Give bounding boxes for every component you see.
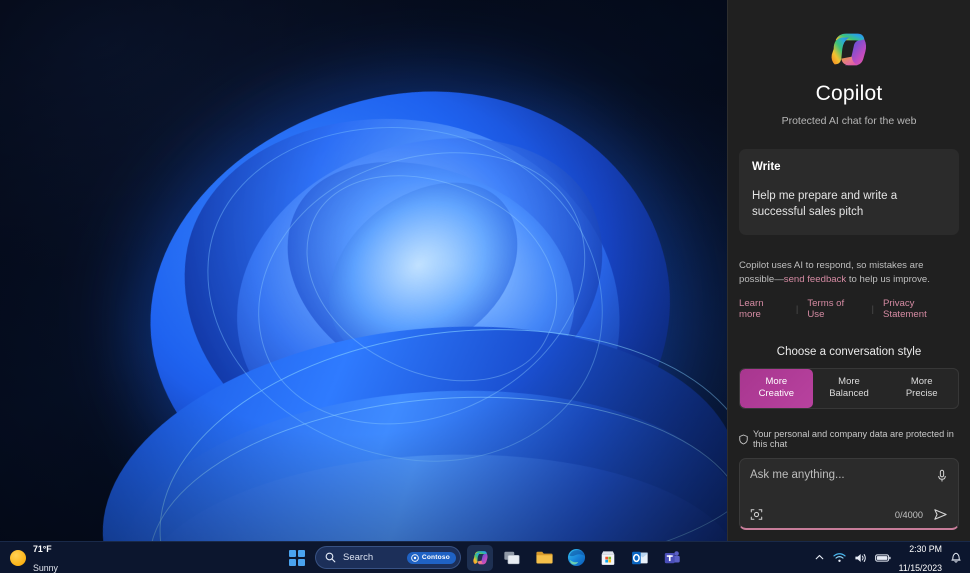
taskbar-app-edge[interactable] xyxy=(563,545,589,571)
task-view-icon xyxy=(504,551,520,564)
weather-widget[interactable]: 71°F Sunny xyxy=(0,539,230,573)
ai-disclaimer: Copilot uses AI to respond, so mistakes … xyxy=(739,259,959,286)
shield-icon xyxy=(739,434,748,445)
start-button[interactable] xyxy=(285,546,309,570)
chat-input[interactable] xyxy=(750,469,936,481)
data-protection-notice: Your personal and company data are prote… xyxy=(728,429,970,449)
wifi-icon[interactable] xyxy=(833,552,846,563)
taskbar-app-store[interactable] xyxy=(595,545,621,571)
desktop-wallpaper[interactable] xyxy=(0,0,727,541)
disclaimer-text-after: to help us improve. xyxy=(846,273,930,285)
clock-date: 11/15/2023 xyxy=(898,562,942,573)
taskbar: 71°F Sunny Search Contoso 2:30 PM 11/15/… xyxy=(0,541,970,573)
taskbar-app-copilot[interactable] xyxy=(467,544,493,571)
screen: Copilot Protected AI chat for the web Wr… xyxy=(0,0,970,573)
contoso-label: Contoso xyxy=(421,554,450,561)
style-option-line2: Creative xyxy=(758,388,795,400)
copilot-sidebar: Copilot Protected AI chat for the web Wr… xyxy=(727,0,970,541)
send-icon[interactable] xyxy=(933,508,948,521)
legal-links: Learn more | Terms of Use | Privacy Stat… xyxy=(739,298,959,320)
divider: | xyxy=(795,303,799,315)
copilot-content: Write Help me prepare and write a succes… xyxy=(728,127,970,409)
copilot-ribbon-icon xyxy=(831,33,867,66)
teams-icon xyxy=(664,550,680,563)
style-option-line2: Balanced xyxy=(829,388,869,400)
suggestion-text: Help me prepare and write a successful s… xyxy=(752,190,898,218)
folder-icon xyxy=(535,551,553,564)
search-placeholder: Search xyxy=(343,552,374,563)
style-option-more-balanced[interactable]: More Balanced xyxy=(813,369,886,408)
search-icon xyxy=(325,552,336,563)
conversation-style-heading: Choose a conversation style xyxy=(776,346,922,359)
style-option-line1: More xyxy=(838,376,860,388)
store-icon xyxy=(601,550,615,565)
taskbar-center: Search Contoso xyxy=(285,544,685,571)
contoso-badge[interactable]: Contoso xyxy=(406,551,456,564)
sun-icon xyxy=(10,549,26,566)
character-counter: 0/4000 xyxy=(894,509,923,520)
weather-condition: Sunny xyxy=(33,562,58,573)
composer-top-row xyxy=(750,469,948,483)
copilot-header: Copilot Protected AI chat for the web xyxy=(728,0,970,127)
style-option-line1: More xyxy=(910,376,933,388)
copilot-icon xyxy=(472,551,488,565)
search-input[interactable]: Search Contoso xyxy=(315,546,461,569)
composer-bottom-row: 0/4000 xyxy=(750,508,948,521)
taskbar-app-file-explorer[interactable] xyxy=(531,545,557,571)
conversation-style-selector: More Creative More Balanced More Precise xyxy=(739,368,959,409)
volume-icon[interactable] xyxy=(854,552,867,564)
terms-of-use-link[interactable]: Terms of Use xyxy=(807,298,862,320)
chevron-up-icon[interactable] xyxy=(814,552,825,563)
taskbar-app-teams[interactable] xyxy=(659,545,685,571)
microphone-icon[interactable] xyxy=(936,469,948,483)
windows-logo-icon xyxy=(289,549,305,566)
page-title: Copilot xyxy=(815,82,883,105)
edge-icon xyxy=(567,548,585,567)
taskbar-app-outlook[interactable] xyxy=(627,545,653,571)
style-option-line1: More xyxy=(765,376,788,388)
suggestion-kind: Write xyxy=(752,161,781,173)
weather-temperature: 71°F xyxy=(33,544,52,555)
clock[interactable]: 2:30 PM 11/15/2023 xyxy=(899,539,942,573)
divider: | xyxy=(871,303,875,315)
visual-search-icon[interactable] xyxy=(750,508,763,521)
bell-icon[interactable] xyxy=(950,551,962,564)
style-option-line2: Precise xyxy=(905,388,938,400)
style-option-more-creative[interactable]: More Creative xyxy=(740,369,813,408)
suggestion-card[interactable]: Write Help me prepare and write a succes… xyxy=(739,149,959,236)
battery-icon[interactable] xyxy=(874,553,891,563)
send-feedback-link[interactable]: send feedback xyxy=(784,274,846,285)
copilot-subtitle: Protected AI chat for the web xyxy=(781,115,917,127)
privacy-statement-link[interactable]: Privacy Statement xyxy=(883,298,959,320)
clock-time: 2:30 PM xyxy=(909,543,942,554)
weather-text: 71°F Sunny xyxy=(33,539,58,573)
system-tray: 2:30 PM 11/15/2023 xyxy=(814,539,962,573)
chat-composer[interactable]: 0/4000 xyxy=(739,458,959,530)
outlook-icon xyxy=(632,551,648,564)
style-option-more-precise[interactable]: More Precise xyxy=(885,369,958,408)
taskbar-app-task-view[interactable] xyxy=(499,545,525,571)
data-protection-text: Your personal and company data are prote… xyxy=(753,429,954,449)
learn-more-link[interactable]: Learn more xyxy=(739,298,787,320)
contoso-logo-icon xyxy=(411,553,419,562)
